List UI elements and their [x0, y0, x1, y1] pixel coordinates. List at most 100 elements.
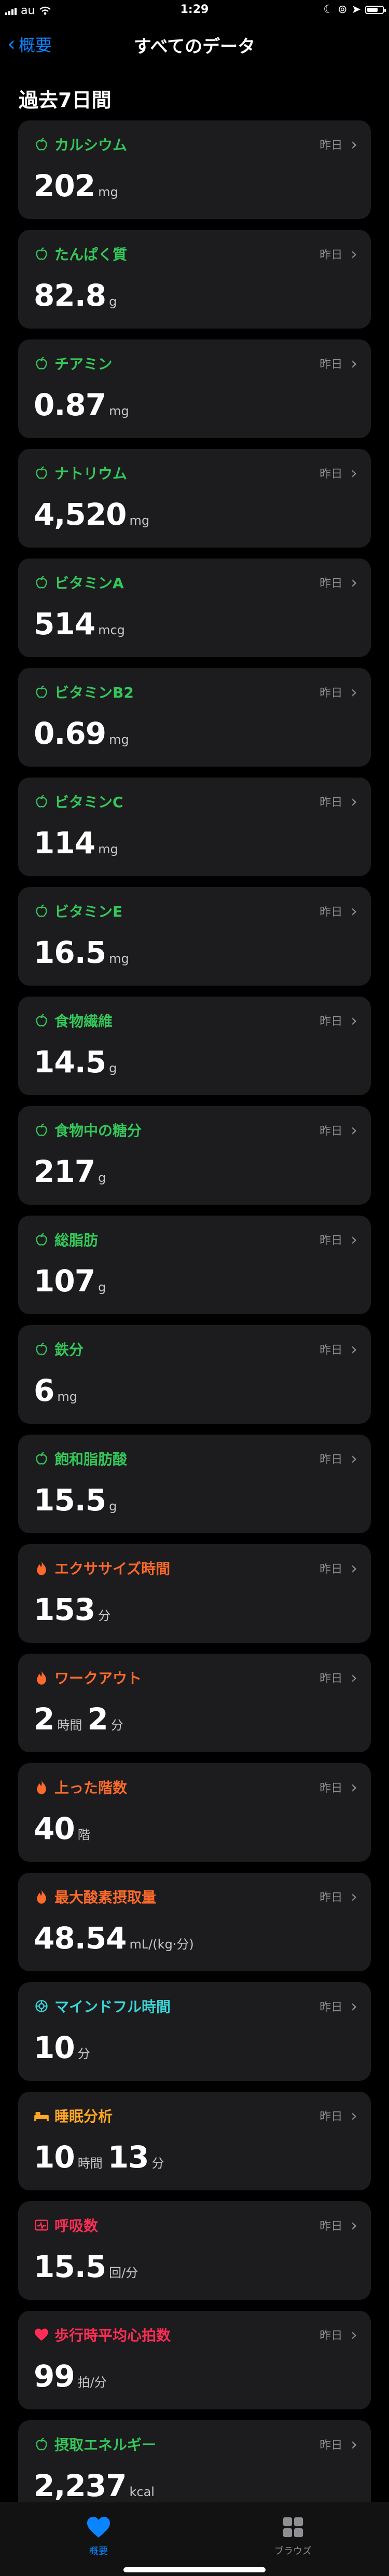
data-card[interactable]: マインドフル時間 昨日 › 10 分 — [18, 1982, 371, 2081]
card-meta: 昨日 › — [319, 2107, 357, 2124]
card-date: 昨日 — [319, 1234, 343, 1247]
data-card[interactable]: ナトリウム 昨日 › 4,520 mg — [18, 449, 371, 548]
card-date: 昨日 — [319, 249, 343, 262]
chevron-right-icon: › — [351, 353, 357, 373]
tab-summary[interactable]: 概要 — [57, 2514, 140, 2557]
card-title: 食物中の糖分 — [34, 1120, 142, 1140]
card-date: 昨日 — [319, 1782, 343, 1795]
chevron-right-icon: › — [351, 2434, 357, 2454]
card-title: 摂取エネルギー — [34, 2434, 156, 2455]
lungs-icon — [34, 2217, 49, 2233]
chevron-right-icon: › — [351, 682, 357, 702]
card-unit: g — [109, 1061, 117, 1075]
card-unit: 回/分 — [109, 2266, 138, 2280]
card-value-group: 99 拍/分 — [34, 2359, 112, 2394]
status-right: ☾ ⊚ ➤ — [323, 3, 386, 16]
card-meta: 昨日 › — [319, 1669, 357, 1686]
card-title: 飽和脂肪酸 — [34, 1448, 127, 1469]
card-unit: mcg — [98, 623, 125, 637]
apple-icon — [34, 684, 49, 700]
card-value-group: 107 g — [34, 1263, 111, 1299]
data-card[interactable]: 食物繊維 昨日 › 14.5 g — [18, 997, 371, 1095]
card-meta: 昨日 › — [319, 246, 357, 262]
chevron-right-icon: › — [351, 2215, 357, 2235]
data-card[interactable]: チアミン 昨日 › 0.87 mg — [18, 339, 371, 438]
card-title: ビタミンC — [34, 791, 123, 812]
data-card[interactable]: ビタミンB2 昨日 › 0.69 mg — [18, 668, 371, 767]
card-unit: mL/(kg·分) — [129, 1937, 194, 1952]
card-title-label: ビタミンC — [54, 794, 123, 811]
card-value: 15.5 — [34, 1482, 106, 1518]
card-value-group: 202 mg — [34, 168, 123, 203]
data-card[interactable]: 歩行時平均心拍数 昨日 › 99 拍/分 — [18, 2311, 371, 2409]
data-card[interactable]: たんぱく質 昨日 › 82.8 g — [18, 230, 371, 329]
card-value: 4,520 — [34, 497, 127, 532]
card-meta: 昨日 › — [319, 1779, 357, 1795]
data-card[interactable]: 鉄分 昨日 › 6 mg — [18, 1325, 371, 1424]
card-date: 昨日 — [319, 2329, 343, 2342]
card-value: 14.5 — [34, 1044, 106, 1080]
data-card[interactable]: 総脂肪 昨日 › 107 g — [18, 1216, 371, 1314]
card-value-group: 6 mg — [34, 1373, 82, 1408]
data-card[interactable]: 呼吸数 昨日 › 15.5 回/分 — [18, 2201, 371, 2300]
card-date: 昨日 — [319, 139, 343, 152]
card-title-label: カルシウム — [54, 137, 128, 154]
card-value-group: 40 階 — [34, 1811, 95, 1846]
data-card[interactable]: 飽和脂肪酸 昨日 › 15.5 g — [18, 1435, 371, 1533]
card-value: 202 — [34, 168, 95, 203]
card-value: 107 — [34, 1263, 95, 1299]
mindfulness-icon — [34, 1998, 49, 2014]
card-date: 昨日 — [319, 1453, 343, 1466]
card-title: ワークアウト — [34, 1667, 142, 1688]
card-unit: mg — [57, 1389, 77, 1404]
card-unit: g — [109, 294, 117, 309]
moon-icon: ☾ — [323, 3, 334, 16]
card-meta: 昨日 › — [319, 2436, 357, 2452]
data-card[interactable]: ビタミンC 昨日 › 114 mg — [18, 778, 371, 876]
card-value: 0.69 — [34, 716, 106, 751]
card-title: 上った階数 — [34, 1777, 127, 1797]
card-title-label: 歩行時平均心拍数 — [54, 2327, 171, 2344]
card-title-label: ワークアウト — [54, 1670, 142, 1687]
apple-icon — [34, 575, 49, 590]
data-card[interactable]: 上った階数 昨日 › 40 階 — [18, 1763, 371, 1862]
chevron-right-icon: › — [351, 901, 357, 921]
data-card[interactable]: ビタミンE 昨日 › 16.5 mg — [18, 887, 371, 986]
chevron-right-icon: › — [351, 1449, 357, 1468]
card-title-label: マインドフル時間 — [54, 1998, 171, 2015]
data-card[interactable]: ビタミンA 昨日 › 514 mcg — [18, 558, 371, 657]
data-card[interactable]: ワークアウト 昨日 › 2 時間 2 分 — [18, 1654, 371, 1752]
card-title-label: 飽和脂肪酸 — [54, 1451, 128, 1468]
flame-icon — [34, 1889, 49, 1904]
location-icon: ➤ — [351, 3, 361, 16]
chevron-right-icon: › — [351, 1339, 357, 1359]
data-card[interactable]: エクササイズ時間 昨日 › 153 分 — [18, 1544, 371, 1643]
section-title: 過去7日間 — [19, 89, 112, 112]
apple-icon — [34, 1122, 49, 1138]
data-card[interactable]: 最大酸素摂取量 昨日 › 48.54 mL/(kg·分) — [18, 1873, 371, 1971]
card-meta: 昨日 › — [319, 1450, 357, 1467]
data-card[interactable]: 食物中の糖分 昨日 › 217 g — [18, 1106, 371, 1205]
card-date: 昨日 — [319, 2220, 343, 2233]
card-value: 82.8 — [34, 278, 106, 313]
status-bar: au 1:29 ☾ ⊚ ➤ — [0, 0, 389, 21]
card-unit: mg — [129, 513, 150, 528]
card-title: 最大酸素摂取量 — [34, 1886, 156, 1907]
card-meta: 昨日 › — [319, 1998, 357, 2014]
card-unit: 時間 — [77, 2156, 103, 2171]
card-value: 0.87 — [34, 387, 106, 422]
card-value: 114 — [34, 825, 95, 861]
card-title: 鉄分 — [34, 1339, 84, 1359]
data-card[interactable]: 睡眠分析 昨日 › 10 時間 13 分 — [18, 2092, 371, 2190]
data-card[interactable]: カルシウム 昨日 › 202 mg — [18, 120, 371, 219]
tab-summary-label: 概要 — [89, 2546, 108, 2557]
battery-fill — [367, 7, 378, 12]
chevron-right-icon: › — [351, 1011, 357, 1030]
apple-icon — [34, 246, 49, 262]
card-title-label: たんぱく質 — [54, 246, 128, 263]
card-title: カルシウム — [34, 134, 127, 155]
card-title: 食物繊維 — [34, 1010, 113, 1031]
tab-browse[interactable]: ブラウズ — [252, 2514, 335, 2557]
card-value-group: 153 分 — [34, 1592, 116, 1627]
card-title: たんぱく質 — [34, 243, 127, 264]
